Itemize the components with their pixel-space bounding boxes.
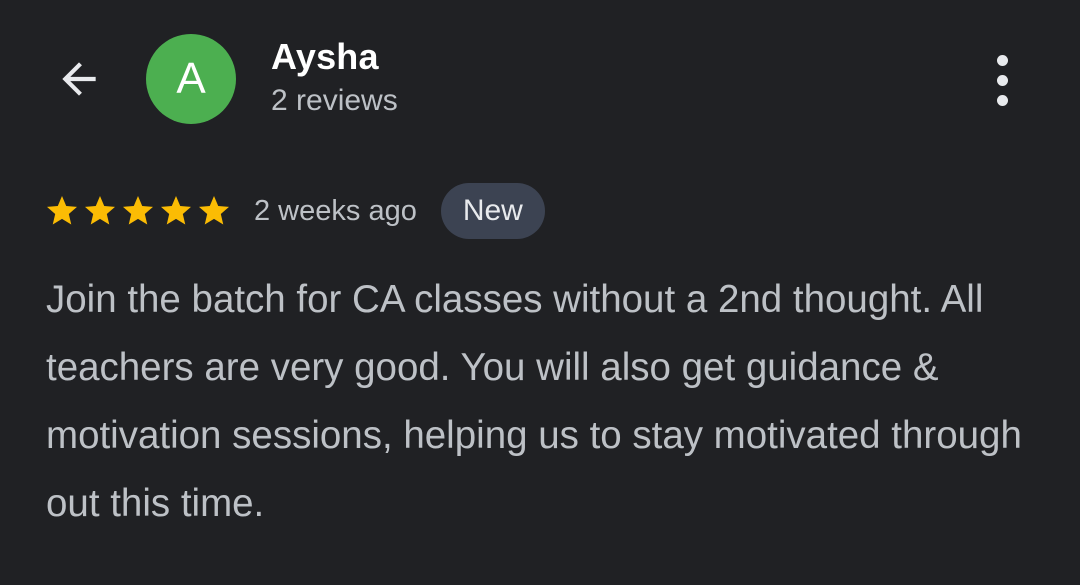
star-icon <box>123 196 153 225</box>
review-text: Join the batch for CA classes without a … <box>46 278 1022 525</box>
review-detail-screen: A Aysha 2 reviews 2 weeks ago New Join t… <box>0 0 1080 585</box>
more-vert-icon-dot <box>996 74 1008 86</box>
more-vert-icon-dot <box>996 94 1008 106</box>
review-meta-row: 2 weeks ago New <box>44 182 545 240</box>
star-icon <box>47 196 77 225</box>
avatar[interactable]: A <box>146 34 236 124</box>
avatar-initial: A <box>176 54 206 103</box>
reviewer-reviews-count: 2 reviews <box>271 84 398 117</box>
review-time: 2 weeks ago <box>254 194 417 227</box>
arrow-back-icon <box>62 62 96 96</box>
more-vert-icon <box>996 54 1008 66</box>
star-icon <box>199 196 229 225</box>
new-badge: New <box>440 183 545 239</box>
back-button[interactable] <box>44 44 114 114</box>
star-icon <box>161 196 191 225</box>
more-options-button[interactable] <box>974 48 1030 112</box>
reviewer-header: A Aysha 2 reviews <box>0 0 1080 160</box>
star-rating <box>44 193 232 229</box>
reviewer-name[interactable]: Aysha <box>271 36 379 78</box>
star-icon <box>85 196 115 225</box>
